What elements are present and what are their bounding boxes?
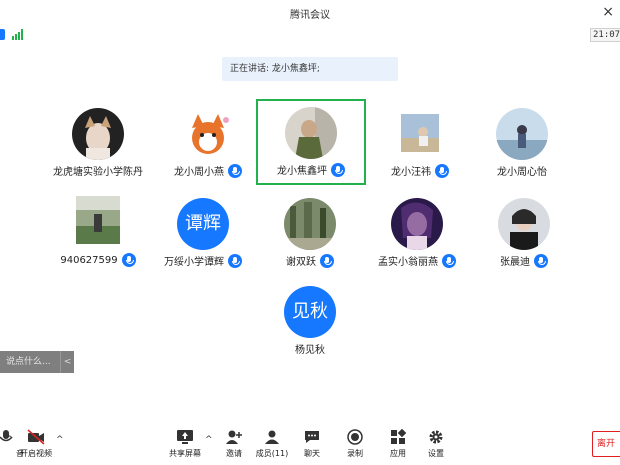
participant-name: 谢双跃 xyxy=(286,257,316,268)
settings-button[interactable]: 设置 xyxy=(416,429,456,459)
microphone-icon xyxy=(435,163,449,178)
participant-name: 孟实小翁丽燕 xyxy=(378,257,438,268)
participant-name: 940627599 xyxy=(60,254,118,266)
participant-name: 龙小焦鑫坪 xyxy=(277,166,327,177)
chat-label: 聊天 xyxy=(304,449,320,458)
participant-tile[interactable]: 龙虎塘实验小学陈丹 xyxy=(43,100,153,186)
window-titlebar: 腾讯会议 × xyxy=(0,0,620,28)
share-screen-label: 共享屏幕 xyxy=(169,449,201,458)
meeting-status-bar: 21:07 xyxy=(0,28,620,42)
participant-name: 万绥小学谭辉 xyxy=(164,257,224,268)
participant-tile[interactable]: 见秋 杨见秋 xyxy=(255,278,365,364)
participant-name: 张晨迪 xyxy=(500,257,530,268)
start-video-button[interactable]: 开启视频 xyxy=(16,429,56,459)
participant-name: 龙小周小燕 xyxy=(174,167,224,178)
participant-tile[interactable]: 龙小周小燕 xyxy=(153,100,263,186)
participant-tile[interactable]: 940627599 xyxy=(43,190,153,276)
record-icon xyxy=(346,429,364,445)
avatar xyxy=(496,108,548,160)
start-video-label: 开启视频 xyxy=(20,449,52,458)
participant-tile[interactable]: 龙小汪祎 xyxy=(365,100,475,186)
participant-tile[interactable]: 谢双跃 xyxy=(255,190,365,276)
record-button[interactable]: 录制 xyxy=(335,429,375,459)
members-label: 成员(11) xyxy=(255,449,289,458)
share-screen-icon xyxy=(176,429,194,445)
avatar: 谭辉 xyxy=(177,198,229,250)
avatar xyxy=(76,196,120,244)
meeting-info-icon[interactable] xyxy=(0,29,5,40)
participant-name: 龙小周心怡 xyxy=(497,167,547,178)
participant-tile-active[interactable]: 龙小焦鑫坪 xyxy=(256,99,366,185)
apps-button[interactable]: 应用 xyxy=(378,428,418,459)
participant-tile[interactable]: 张晨迪 xyxy=(469,190,579,276)
record-label: 录制 xyxy=(347,449,363,458)
participant-name: 龙小汪祎 xyxy=(391,167,431,178)
microphone-icon xyxy=(121,253,136,267)
avatar xyxy=(182,108,234,160)
participant-name: 龙虎塘实验小学陈丹 xyxy=(53,167,143,178)
audio-options-caret[interactable]: ^ xyxy=(6,435,14,445)
chat-icon xyxy=(303,429,321,445)
microphone-icon xyxy=(228,253,242,268)
apps-icon xyxy=(389,428,407,445)
avatar xyxy=(285,107,337,159)
members-icon xyxy=(263,429,281,445)
avatar xyxy=(284,198,336,250)
invite-button[interactable]: 邀请 xyxy=(214,429,254,459)
apps-label: 应用 xyxy=(390,449,406,458)
participant-name: 杨见秋 xyxy=(295,345,325,356)
gear-icon xyxy=(427,429,445,445)
share-options-caret[interactable]: ^ xyxy=(205,435,213,445)
avatar xyxy=(401,114,439,152)
invite-label: 邀请 xyxy=(226,449,242,458)
video-options-caret[interactable]: ^ xyxy=(56,435,64,445)
participant-tile[interactable]: 孟实小翁丽燕 xyxy=(362,190,472,276)
participant-tile[interactable]: 龙小周心怡 xyxy=(467,100,577,186)
video-off-icon xyxy=(27,429,45,445)
chat-placeholder: 说点什么... xyxy=(6,357,51,367)
close-icon[interactable]: × xyxy=(602,4,614,20)
participant-tile[interactable]: 谭辉 万绥小学谭辉 xyxy=(148,190,258,276)
signal-strength-icon[interactable] xyxy=(12,29,24,40)
microphone-icon xyxy=(228,163,242,178)
avatar xyxy=(391,198,443,250)
leave-meeting-button[interactable]: 离开 xyxy=(592,431,620,457)
speaking-banner: 正在讲话: 龙小焦鑫坪; xyxy=(222,57,398,81)
collapse-chat-button[interactable]: < xyxy=(60,351,74,373)
microphone-icon xyxy=(331,162,345,177)
chat-input[interactable]: 说点什么... < xyxy=(0,351,74,373)
window-title: 腾讯会议 xyxy=(290,10,330,21)
meeting-toolbar: 音 ^ 开启视频 ^ 共享屏幕 ^ 邀请 成员(11) 聊天 录制 应用 设置 xyxy=(0,425,620,465)
microphone-icon xyxy=(320,253,334,268)
share-screen-button[interactable]: 共享屏幕 xyxy=(165,429,205,459)
microphone-icon xyxy=(442,253,456,268)
members-button[interactable]: 成员(11) xyxy=(252,429,292,459)
settings-label: 设置 xyxy=(428,449,444,458)
avatar: 见秋 xyxy=(284,286,336,338)
avatar xyxy=(72,108,124,160)
meeting-timer: 21:07 xyxy=(590,28,620,42)
add-user-icon xyxy=(225,429,243,445)
chat-button[interactable]: 聊天 xyxy=(292,429,332,459)
microphone-icon xyxy=(534,253,548,268)
avatar xyxy=(498,198,550,250)
